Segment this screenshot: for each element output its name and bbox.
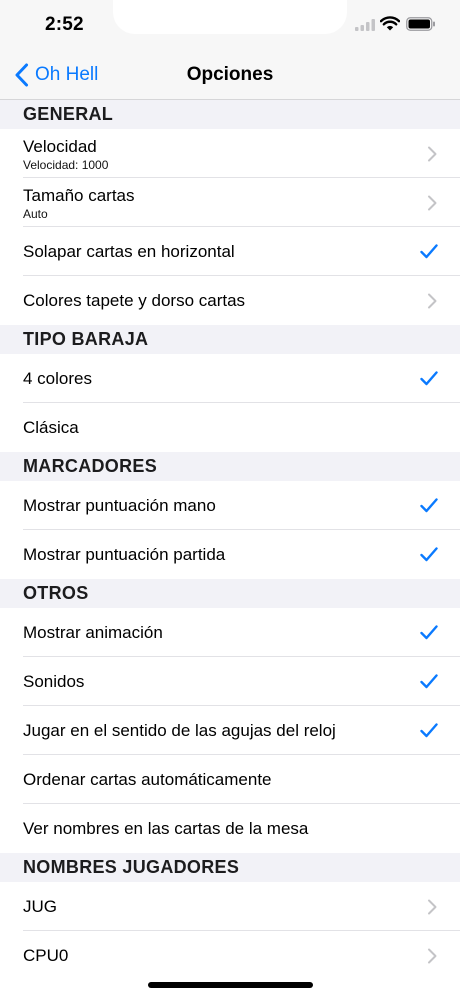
- chevron-right-icon: [428, 899, 437, 915]
- checkmark-icon: [420, 625, 438, 640]
- row-velocidad[interactable]: Velocidad Velocidad: 1000: [0, 129, 460, 178]
- row-label: Mostrar animación: [23, 623, 163, 642]
- battery-icon: [406, 17, 435, 31]
- section-header-nombres-jugadores: NOMBRES JUGADORES: [0, 853, 460, 882]
- row-label: Solapar cartas en horizontal: [23, 242, 235, 261]
- row-label: Tamaño cartas: [23, 186, 135, 205]
- row-tamano-cartas[interactable]: Tamaño cartas Auto: [0, 178, 460, 227]
- row-label: CPU0: [23, 946, 69, 965]
- checkmark-icon: [420, 244, 438, 259]
- chevron-right-icon: [428, 146, 437, 162]
- back-button[interactable]: Oh Hell: [13, 50, 98, 99]
- chevron-left-icon: [15, 63, 28, 86]
- row-label: Jugar en el sentido de las agujas del re…: [23, 721, 336, 740]
- checkmark-icon: [420, 498, 438, 513]
- section-header-tipo-baraja: TIPO BARAJA: [0, 325, 460, 354]
- row-mostrar-puntuacion-partida[interactable]: Mostrar puntuación partida: [0, 530, 460, 579]
- checkmark-icon: [420, 674, 438, 689]
- row-ordenar-cartas-automaticamente[interactable]: Ordenar cartas automáticamente: [0, 755, 460, 804]
- wifi-icon: [380, 16, 400, 31]
- checkmark-icon: [420, 371, 438, 386]
- row-label: JUG: [23, 897, 57, 916]
- row-detail: Auto: [23, 207, 48, 221]
- row-solapar-cartas-en-horizontal[interactable]: Solapar cartas en horizontal: [0, 227, 460, 276]
- notch: [113, 0, 347, 34]
- row-jugar-en-el-sentido-de-las-agujas-del-reloj[interactable]: Jugar en el sentido de las agujas del re…: [0, 706, 460, 755]
- row-label: Sonidos: [23, 672, 85, 691]
- row-label: Ver nombres en las cartas de la mesa: [23, 819, 309, 838]
- row-label: 4 colores: [23, 369, 92, 388]
- status-time: 2:52: [45, 14, 84, 35]
- row-label: Colores tapete y dorso cartas: [23, 291, 246, 310]
- row-label: Mostrar puntuación mano: [23, 496, 216, 515]
- home-indicator[interactable]: [148, 982, 313, 988]
- row-4-colores[interactable]: 4 colores: [0, 354, 460, 403]
- back-label: Oh Hell: [35, 63, 99, 85]
- row-clasica[interactable]: Clásica: [0, 403, 460, 452]
- row-colores-tapete-y-dorso-cartas[interactable]: Colores tapete y dorso cartas: [0, 276, 460, 325]
- row-cpu0[interactable]: CPU0: [0, 931, 460, 980]
- status-bar: 2:52: [0, 0, 460, 50]
- row-mostrar-puntuacion-mano[interactable]: Mostrar puntuación mano: [0, 481, 460, 530]
- row-jug[interactable]: JUG: [0, 882, 460, 931]
- row-label: Velocidad: [23, 137, 97, 156]
- section-header-otros: OTROS: [0, 579, 460, 608]
- chevron-right-icon: [428, 293, 437, 309]
- cellular-signal-icon: [355, 19, 375, 31]
- chevron-right-icon: [428, 948, 437, 964]
- chevron-right-icon: [428, 195, 437, 211]
- row-mostrar-animacion[interactable]: Mostrar animación: [0, 608, 460, 657]
- checkmark-icon: [420, 723, 438, 738]
- row-ver-nombres-en-las-cartas-de-la-mesa[interactable]: Ver nombres en las cartas de la mesa: [0, 804, 460, 853]
- row-label: Ordenar cartas automáticamente: [23, 770, 272, 789]
- row-label: Clásica: [23, 418, 79, 437]
- row-detail: Velocidad: 1000: [23, 158, 109, 172]
- settings-list: GENERAL Velocidad Velocidad: 1000 Tamaño ca…: [0, 100, 460, 980]
- section-header-general: GENERAL: [0, 100, 460, 129]
- section-header-marcadores: MARCADORES: [0, 452, 460, 481]
- row-label: Mostrar puntuación partida: [23, 545, 226, 564]
- row-sonidos[interactable]: Sonidos: [0, 657, 460, 706]
- checkmark-icon: [420, 547, 438, 562]
- navigation-bar: Oh Hell Opciones: [0, 50, 460, 100]
